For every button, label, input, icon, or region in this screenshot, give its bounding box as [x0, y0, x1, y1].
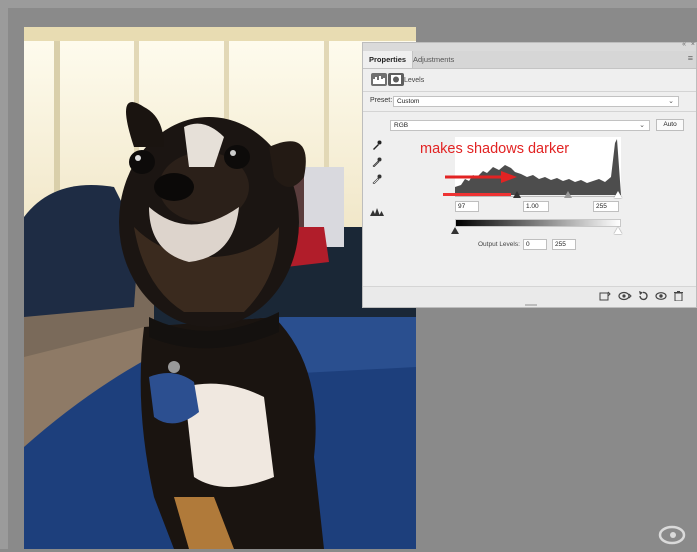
output-black-slider[interactable] [451, 227, 459, 234]
arrow-icon [445, 171, 517, 183]
output-white-slider[interactable] [614, 227, 622, 234]
gray-eyedropper-icon[interactable] [372, 157, 382, 170]
chevron-down-icon: ⌄ [668, 98, 674, 105]
divider [363, 111, 696, 112]
preset-value: Custom [397, 98, 420, 105]
panel-menu-icon[interactable]: ≡ [688, 53, 693, 63]
adjustment-name: Levels [404, 77, 425, 84]
output-levels-label: Output Levels: [478, 241, 520, 248]
mask-icon[interactable] [388, 73, 404, 86]
auto-button[interactable]: Auto [656, 119, 684, 131]
view-previous-icon[interactable] [618, 291, 632, 303]
black-eyedropper-icon[interactable] [372, 140, 382, 153]
input-gamma-field[interactable]: 1.00 [523, 201, 549, 212]
output-gradient [455, 219, 621, 227]
tab-properties[interactable]: Properties [363, 51, 414, 68]
histogram-icon[interactable] [371, 73, 387, 86]
input-slider-track [455, 196, 621, 197]
tab-adjustments[interactable]: Adjustments [407, 51, 460, 68]
close-icon[interactable]: × [691, 41, 695, 48]
output-black-field[interactable]: 0 [523, 239, 547, 250]
chevron-down-icon: ⌄ [639, 122, 645, 129]
panel-header-bar [363, 43, 696, 51]
delete-icon[interactable] [674, 291, 683, 303]
clipping-icon[interactable] [370, 208, 384, 218]
annotation-text: makes shadows darker [420, 141, 570, 157]
preset-dropdown[interactable]: Custom ⌄ [393, 96, 679, 107]
black-point-slider[interactable] [513, 191, 521, 198]
properties-panel: « × Properties Adjustments ≡ Levels Pres… [362, 41, 697, 308]
clip-to-layer-icon[interactable] [599, 291, 611, 303]
input-black-field[interactable]: 97 [455, 201, 479, 212]
preset-label: Preset: [370, 97, 393, 104]
channel-value: RGB [394, 122, 409, 129]
input-white-field[interactable]: 255 [593, 201, 619, 212]
channel-dropdown[interactable]: RGB ⌄ [390, 120, 650, 131]
gamma-slider[interactable] [564, 191, 572, 198]
visibility-icon[interactable] [655, 291, 667, 303]
reset-icon[interactable] [638, 291, 648, 303]
panel-tabs: Properties Adjustments ≡ [363, 51, 696, 69]
white-point-slider[interactable] [614, 191, 622, 198]
divider [363, 91, 696, 92]
white-eyedropper-icon[interactable] [372, 174, 382, 187]
watermark-logo-icon [657, 524, 687, 552]
output-white-field[interactable]: 255 [552, 239, 576, 250]
dog-photo [24, 27, 416, 549]
collapse-icon[interactable]: « [682, 41, 686, 48]
resize-grip[interactable] [525, 304, 537, 306]
